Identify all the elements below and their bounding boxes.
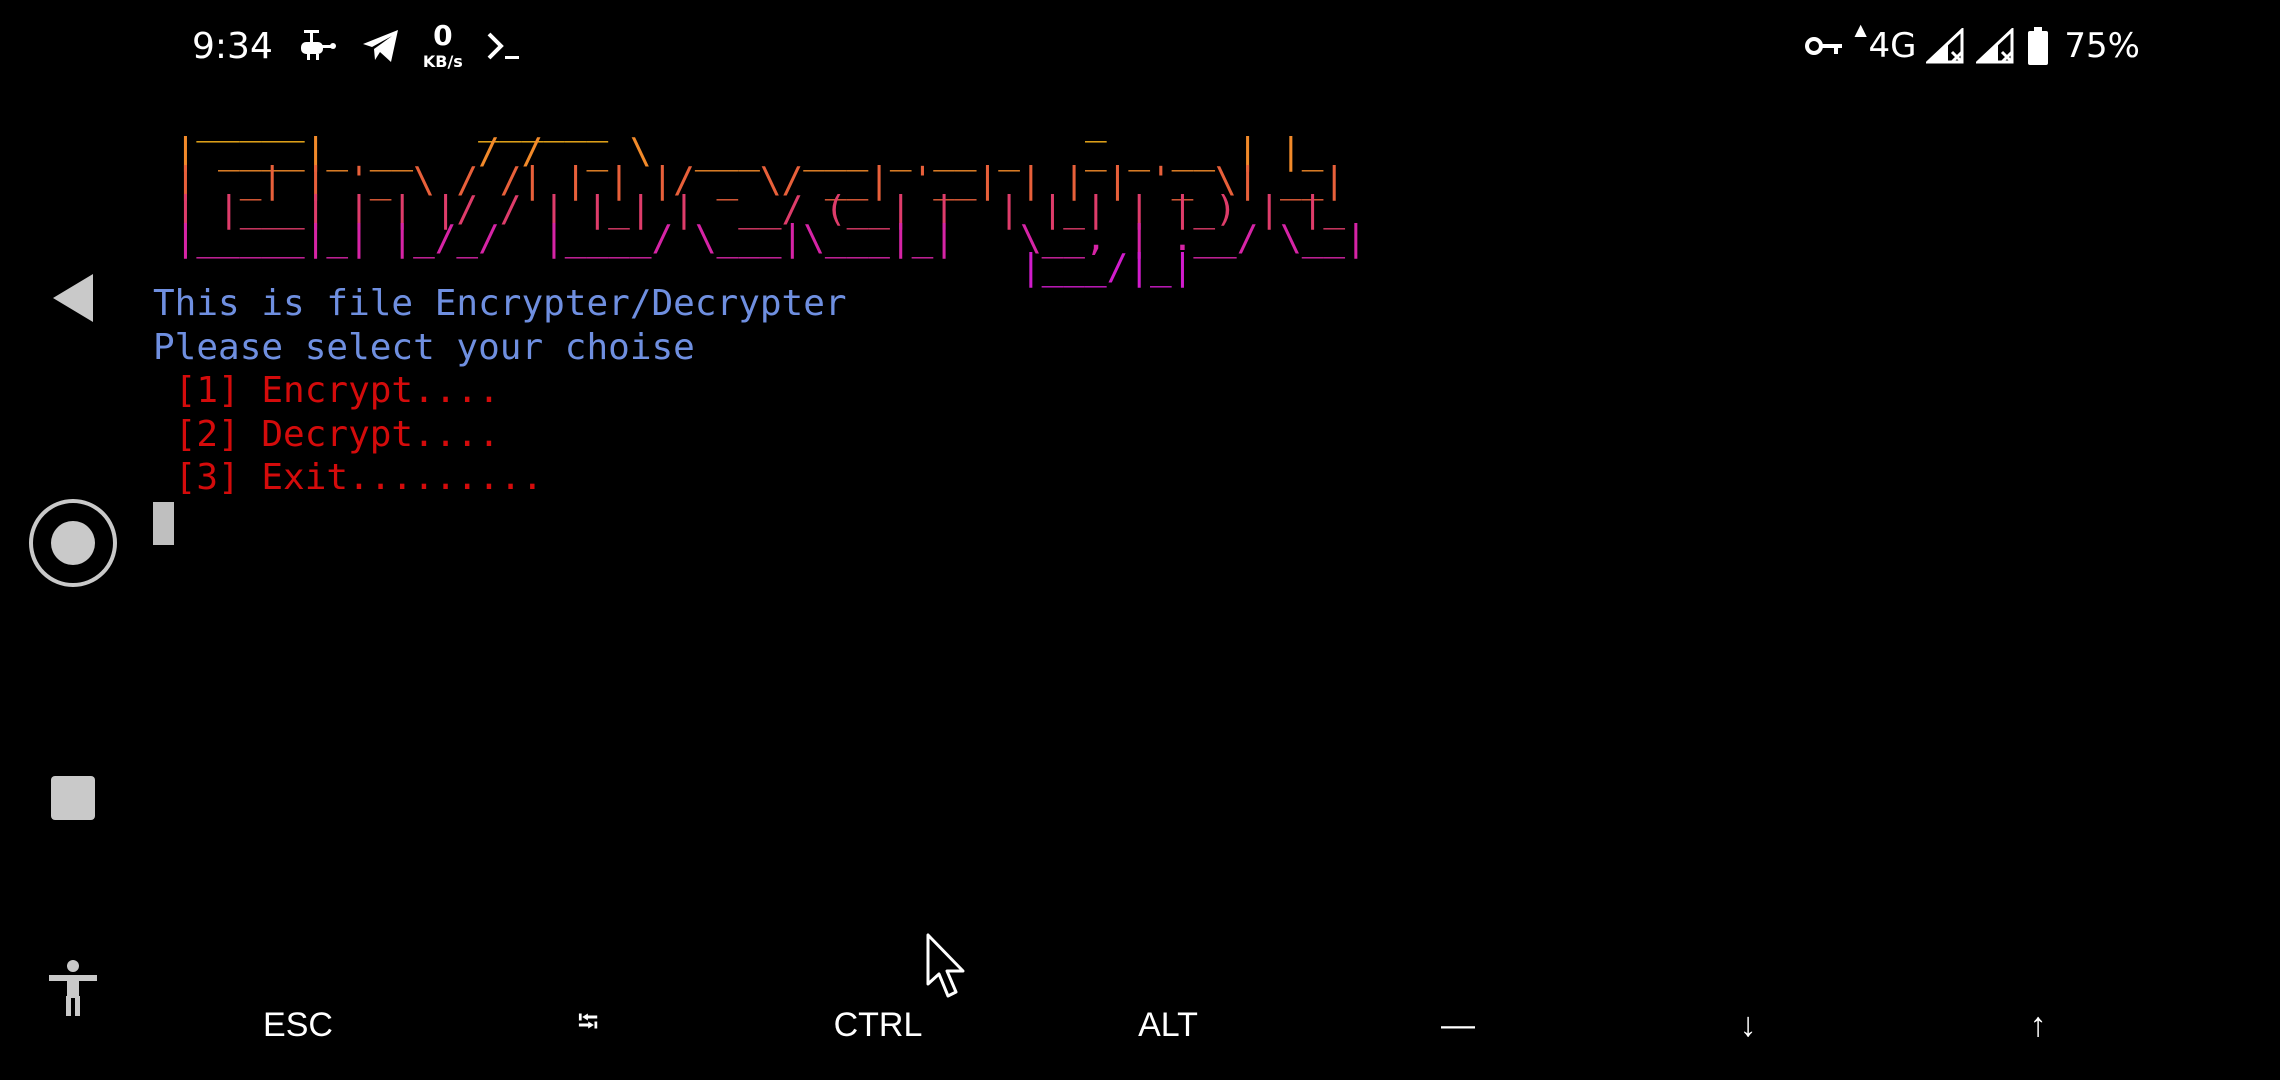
terminal-cursor bbox=[153, 501, 174, 545]
recents-button[interactable] bbox=[0, 755, 145, 845]
signal-icon bbox=[1976, 28, 2016, 64]
status-bar: 9:34 0 KB/s ▲ 4G 75% bbox=[0, 0, 2280, 95]
telegram-icon bbox=[361, 28, 401, 64]
prompt-line[interactable] bbox=[153, 500, 2053, 545]
net-speed-value: 0 bbox=[433, 19, 453, 52]
home-icon bbox=[27, 497, 119, 593]
menu-option-decrypt: [2] Decrypt.... bbox=[153, 413, 500, 455]
banner-line: |___/|_| bbox=[153, 247, 1367, 288]
signal-icon bbox=[1926, 28, 1966, 64]
terminal-icon bbox=[485, 28, 525, 64]
mouse-pointer-icon bbox=[925, 932, 971, 1006]
home-button[interactable] bbox=[0, 495, 145, 595]
network-type: ▲ 4G bbox=[1854, 20, 1917, 66]
arrow-up-key[interactable]: ↑ bbox=[1893, 990, 2183, 1060]
network-type-label: 4G bbox=[1868, 26, 1917, 66]
dash-key[interactable]: — bbox=[1313, 990, 1603, 1060]
navigation-bar bbox=[0, 95, 145, 1080]
ascii-banner: _____ ______ _ | ____|_ __ / / _ \ ___ _… bbox=[153, 105, 2053, 288]
status-left: 9:34 0 KB/s bbox=[192, 18, 525, 74]
clock: 9:34 bbox=[192, 25, 273, 67]
menu-option-encrypt: [1] Encrypt.... bbox=[153, 370, 500, 411]
net-speed: 0 KB/s bbox=[423, 22, 463, 70]
arrow-down-key[interactable]: ↓ bbox=[1603, 990, 1893, 1060]
alt-key[interactable]: ALT bbox=[1023, 990, 1313, 1060]
info-line: This is file Encrypter/Decrypter bbox=[153, 283, 847, 324]
drone-icon bbox=[295, 26, 339, 66]
vpn-key-icon bbox=[1804, 32, 1844, 60]
accessibility-button[interactable] bbox=[0, 945, 145, 1035]
menu-option-exit: [3] Exit......... bbox=[153, 457, 544, 498]
back-icon bbox=[49, 272, 97, 328]
esc-key[interactable]: ESC bbox=[153, 990, 443, 1060]
net-speed-unit: KB/s bbox=[422, 52, 463, 71]
info-line: Please select your choise bbox=[153, 326, 695, 368]
battery-icon bbox=[2026, 26, 2050, 66]
tab-key[interactable]: ⭾ bbox=[443, 990, 733, 1060]
ctrl-key[interactable]: CTRL bbox=[733, 990, 1023, 1060]
recents-icon bbox=[49, 774, 97, 826]
extra-keys-bar: ESC ⭾ CTRL ALT — ↓ ↑ bbox=[153, 990, 2183, 1060]
upload-arrow-icon: ▲ bbox=[1854, 20, 1867, 39]
battery-percent: 75% bbox=[2064, 26, 2140, 66]
termux-screen: 9:34 0 KB/s ▲ 4G 75% _____ ______ _ | __… bbox=[0, 0, 2280, 1080]
status-right: ▲ 4G 75% bbox=[1804, 18, 2140, 74]
back-button[interactable] bbox=[0, 255, 145, 345]
accessibility-icon bbox=[47, 958, 99, 1022]
terminal-view[interactable]: _____ ______ _ | ____|_ __ / / _ \ ___ _… bbox=[153, 105, 2053, 978]
